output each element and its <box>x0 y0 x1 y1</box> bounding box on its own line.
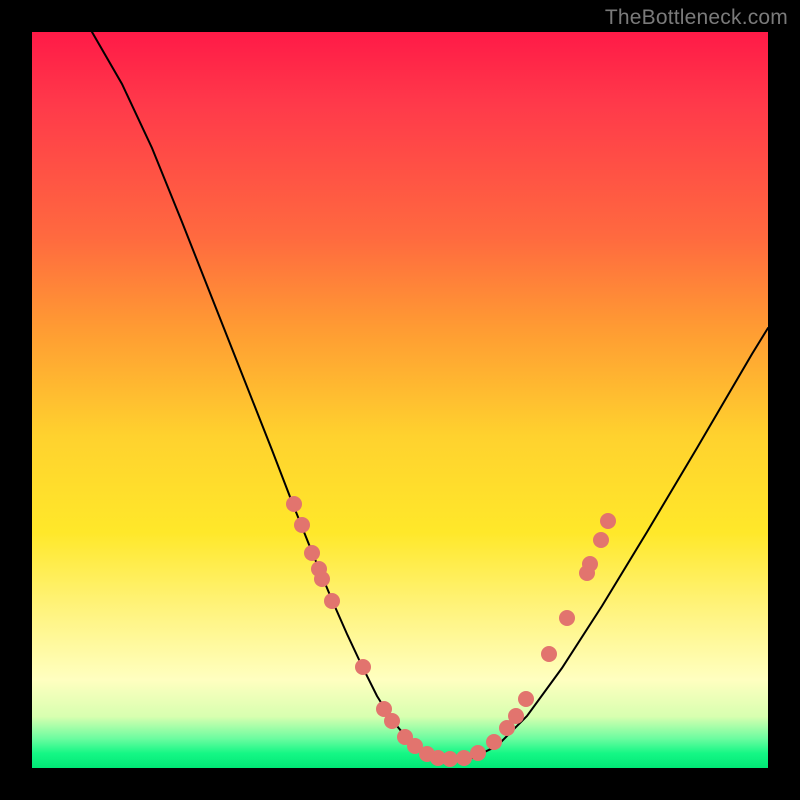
highlight-dot <box>384 713 400 729</box>
highlight-dot <box>593 532 609 548</box>
highlight-dot <box>294 517 310 533</box>
watermark-text: TheBottleneck.com <box>605 6 788 30</box>
highlight-dot <box>286 496 302 512</box>
chart-frame: TheBottleneck.com <box>0 0 800 800</box>
curve-svg <box>32 32 768 768</box>
highlight-dot <box>518 691 534 707</box>
highlight-dot <box>541 646 557 662</box>
highlight-dot <box>470 745 486 761</box>
plot-area <box>32 32 768 768</box>
highlight-dot <box>486 734 502 750</box>
highlight-dot <box>559 610 575 626</box>
highlight-dot <box>456 750 472 766</box>
highlight-dot <box>314 571 330 587</box>
highlight-dot <box>355 659 371 675</box>
bottleneck-curve <box>92 32 768 760</box>
highlight-dot <box>324 593 340 609</box>
highlight-dot <box>600 513 616 529</box>
highlight-dot <box>582 556 598 572</box>
highlight-dot <box>508 708 524 724</box>
highlight-dots <box>286 496 616 767</box>
highlight-dot <box>442 751 458 767</box>
highlight-dot <box>304 545 320 561</box>
